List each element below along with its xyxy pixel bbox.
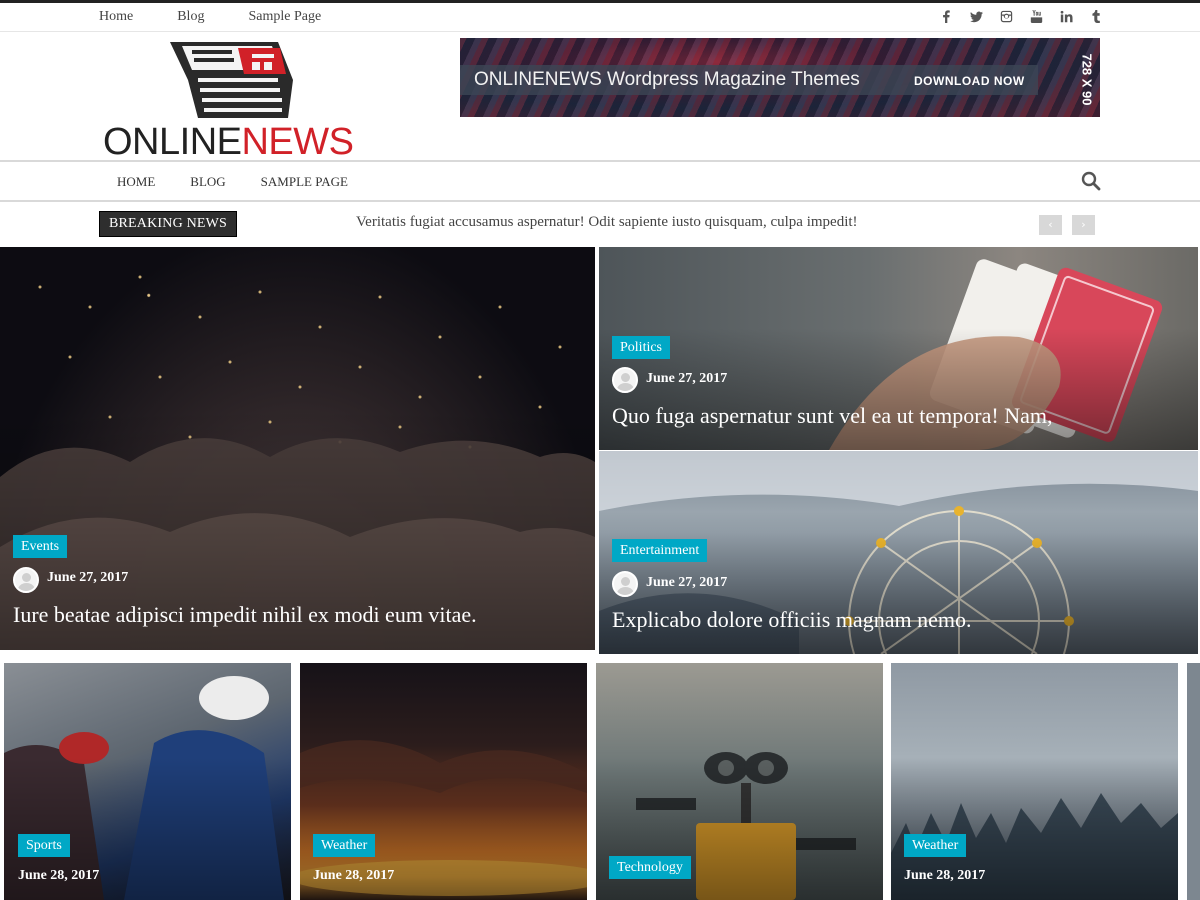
main-nav-blog[interactable]: BLOG — [190, 174, 225, 190]
facebook-icon[interactable] — [938, 10, 954, 26]
post-date: June 27, 2017 — [646, 575, 728, 590]
grid-post-card-partial[interactable] — [1187, 663, 1200, 900]
top-nav-sample-page[interactable]: Sample Page — [248, 9, 321, 25]
main-nav: HOME BLOG SAMPLE PAGE — [0, 160, 1200, 202]
category-badge[interactable]: Politics — [612, 336, 671, 359]
social-links — [924, 10, 1104, 26]
logo-wordmark: ONLINENEWS — [103, 121, 354, 164]
author-avatar — [13, 567, 39, 593]
post-title[interactable]: Explicabo dolore officiis magnam nemo. — [612, 607, 971, 633]
top-nav: Home Blog Sample Page — [99, 9, 365, 25]
ticker-prev-button[interactable]: ‹ — [1039, 215, 1062, 235]
post-title[interactable]: Iure beatae adipisci impedit nihil ex mo… — [13, 602, 477, 628]
site-logo[interactable]: ONLINENEWS — [103, 38, 363, 163]
image-shade — [891, 663, 1178, 900]
youtube-icon[interactable] — [1028, 10, 1044, 26]
featured-post-right-top[interactable]: Politics June 27, 2017 Quo fuga aspernat… — [599, 247, 1198, 450]
instagram-icon[interactable] — [998, 10, 1014, 26]
grid-post-card[interactable]: Sports June 28, 2017 — [4, 663, 291, 900]
category-badge[interactable]: Weather — [313, 834, 376, 857]
post-date: June 27, 2017 — [646, 371, 728, 386]
banner-ad[interactable]: ONLINENEWS Wordpress Magazine Themes DOW… — [460, 38, 1100, 117]
banner-title: ONLINENEWS Wordpress Magazine Themes — [474, 69, 860, 90]
banner-size-label: 728 X 90 — [1079, 53, 1095, 106]
grid-post-card[interactable]: Technology — [596, 663, 883, 900]
category-badge[interactable]: Weather — [904, 834, 967, 857]
ticker-next-button[interactable]: › — [1072, 215, 1095, 235]
author-avatar — [612, 571, 638, 597]
top-nav-blog[interactable]: Blog — [177, 9, 204, 25]
top-bar: Home Blog Sample Page — [0, 0, 1200, 32]
main-nav-home[interactable]: HOME — [117, 174, 155, 190]
post-date: June 28, 2017 — [313, 868, 395, 883]
search-icon[interactable] — [1081, 171, 1101, 191]
post-date: June 28, 2017 — [904, 868, 986, 883]
image-shade — [0, 247, 595, 650]
grid-post-card[interactable]: Weather June 28, 2017 — [891, 663, 1178, 900]
category-badge[interactable]: Sports — [18, 834, 70, 857]
newspaper-logo-icon — [170, 42, 293, 118]
featured-post-right-bottom[interactable]: Entertainment June 27, 2017 Explicabo do… — [599, 451, 1198, 654]
breaking-news-ticker[interactable]: Veritatis fugiat accusamus aspernatur! O… — [356, 214, 858, 231]
post-title[interactable]: Quo fuga aspernatur sunt vel ea ut tempo… — [612, 403, 1052, 429]
banner-download-button[interactable]: DOWNLOAD NOW — [914, 74, 1025, 88]
post-date: June 27, 2017 — [47, 570, 129, 585]
twitter-icon[interactable] — [968, 10, 984, 26]
logo-text-online: ONLINE — [103, 121, 242, 163]
category-badge[interactable]: Events — [13, 535, 68, 558]
linkedin-icon[interactable] — [1058, 10, 1074, 26]
main-nav-sample-page[interactable]: SAMPLE PAGE — [261, 174, 348, 190]
author-avatar — [612, 367, 638, 393]
category-badge[interactable]: Technology — [609, 856, 691, 879]
image-shade — [4, 663, 291, 900]
category-badge[interactable]: Entertainment — [612, 539, 708, 562]
featured-post-large[interactable]: Events June 27, 2017 Iure beatae adipisc… — [0, 247, 595, 650]
breaking-news-label: BREAKING NEWS — [99, 211, 237, 237]
grid-post-card[interactable]: Weather June 28, 2017 — [300, 663, 587, 900]
post-date: June 28, 2017 — [18, 868, 100, 883]
image-shade — [300, 663, 587, 900]
logo-text-news: NEWS — [241, 121, 354, 163]
tumblr-icon[interactable] — [1088, 10, 1104, 26]
top-nav-home[interactable]: Home — [99, 9, 133, 25]
